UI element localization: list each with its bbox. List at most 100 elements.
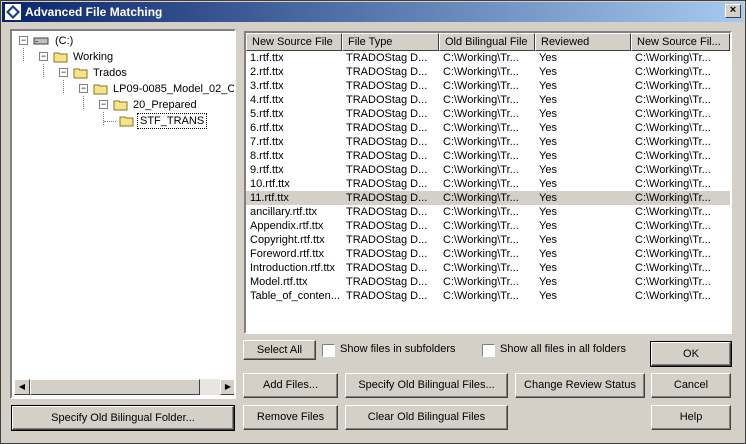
cell-reviewed: Yes [539, 220, 557, 232]
show-subfolders-label: Show files in subfolders [340, 343, 456, 355]
table-row[interactable]: 8.rtf.ttx TRADOStag D... C:\Working\Tr... Y… [246, 149, 730, 163]
cell-file-type: TRADOStag D... [346, 178, 428, 190]
table-row[interactable]: 10.rtf.ttx TRADOStag D... C:\Working\Tr...… [246, 177, 730, 191]
table-row[interactable]: Introduction.rtf.ttx TRADOStag D... C:\Wor… [246, 261, 730, 275]
tree-item-label: (C:) [55, 35, 74, 47]
scroll-right-icon[interactable]: ▶ [220, 379, 234, 395]
scroll-thumb[interactable] [30, 379, 200, 395]
cell-new-source-file-path: C:\Working\Tr... [635, 262, 711, 274]
cell-old-bilingual-file: C:\Working\Tr... [443, 234, 519, 246]
folder-open-icon [93, 84, 108, 95]
cell-new-source-file-path: C:\Working\Tr... [635, 66, 711, 78]
cell-file-type: TRADOStag D... [346, 248, 428, 260]
cell-file-type: TRADOStag D... [346, 66, 428, 78]
cell-old-bilingual-file: C:\Working\Tr... [443, 150, 519, 162]
table-row[interactable]: ancillary.rtf.ttx TRADOStag D... C:\Workin… [246, 205, 730, 219]
clear-old-bilingual-files-label: Clear Old Bilingual Files [367, 411, 486, 423]
table-row[interactable]: Table_of_conten... TRADOStag D... C:\Worki… [246, 289, 730, 303]
table-row[interactable]: 6.rtf.ttx TRADOStag D... C:\Working\Tr... Y… [246, 121, 730, 135]
table-row[interactable]: 2.rtf.ttx TRADOStag D... C:\Working\Tr... Y… [246, 65, 730, 79]
cell-old-bilingual-file: C:\Working\Tr... [443, 80, 519, 92]
help-button[interactable]: Help [651, 405, 731, 430]
table-row[interactable]: 11.rtf.ttx TRADOStag D... C:\Working\Tr...… [246, 191, 730, 205]
cell-old-bilingual-file: C:\Working\Tr... [443, 164, 519, 176]
cell-new-source-file-path: C:\Working\Tr... [635, 290, 711, 302]
cell-new-source-file-path: C:\Working\Tr... [635, 136, 711, 148]
checkbox-box[interactable] [482, 344, 495, 357]
column-header-new-source-file-path[interactable]: New Source Fil... [631, 33, 730, 51]
table-row[interactable]: Copyright.rtf.ttx TRADOStag D... C:\Workin… [246, 233, 730, 247]
specify-old-bilingual-folder-button[interactable]: Specify Old Bilingual Folder... [11, 405, 235, 431]
column-header-old-bilingual-file[interactable]: Old Bilingual File [439, 33, 535, 51]
cell-new-source-file: 5.rtf.ttx [250, 108, 284, 120]
ok-button[interactable]: OK [650, 341, 732, 367]
cell-new-source-file-path: C:\Working\Tr... [635, 122, 711, 134]
cell-reviewed: Yes [539, 150, 557, 162]
tree-item-label: Trados [93, 67, 127, 79]
cell-old-bilingual-file: C:\Working\Tr... [443, 248, 519, 260]
cell-old-bilingual-file: C:\Working\Tr... [443, 136, 519, 148]
drive-icon [33, 37, 49, 45]
cell-file-type: TRADOStag D... [346, 164, 428, 176]
table-row[interactable]: 5.rtf.ttx TRADOStag D... C:\Working\Tr... Y… [246, 107, 730, 121]
table-row[interactable]: 7.rtf.ttx TRADOStag D... C:\Working\Tr... Y… [246, 135, 730, 149]
checkbox-box[interactable] [322, 344, 335, 357]
cancel-label: Cancel [673, 379, 709, 391]
cell-old-bilingual-file: C:\Working\Tr... [443, 262, 519, 274]
cell-file-type: TRADOStag D... [346, 262, 428, 274]
change-review-status-button[interactable]: Change Review Status [515, 373, 645, 398]
collapse-icon[interactable]: − [79, 84, 88, 93]
close-button[interactable]: × [725, 4, 741, 18]
column-header-reviewed[interactable]: Reviewed [535, 33, 631, 51]
collapse-icon[interactable]: − [19, 36, 28, 45]
file-list[interactable]: New Source File File Type Old Bilingual … [244, 31, 732, 334]
select-all-button[interactable]: Select All [243, 340, 316, 360]
cell-new-source-file-path: C:\Working\Tr... [635, 178, 711, 190]
cell-old-bilingual-file: C:\Working\Tr... [443, 122, 519, 134]
folder-tree[interactable]: − (C:) − Working − Trados − LP09-0085_Mo… [10, 29, 236, 399]
folder-open-icon [113, 100, 128, 111]
table-row[interactable]: Model.rtf.ttx TRADOStag D... C:\Working\Tr… [246, 275, 730, 289]
collapse-icon[interactable]: − [39, 52, 48, 61]
add-files-button[interactable]: Add Files... [243, 373, 338, 398]
cell-new-source-file-path: C:\Working\Tr... [635, 220, 711, 232]
tree-horizontal-scrollbar[interactable]: ◀ ▶ [14, 379, 234, 395]
cell-new-source-file-path: C:\Working\Tr... [635, 94, 711, 106]
title-bar[interactable]: Advanced File Matching × [2, 2, 744, 22]
scroll-left-icon[interactable]: ◀ [14, 379, 30, 395]
cell-file-type: TRADOStag D... [346, 122, 428, 134]
cell-reviewed: Yes [539, 178, 557, 190]
cell-old-bilingual-file: C:\Working\Tr... [443, 108, 519, 120]
cell-old-bilingual-file: C:\Working\Tr... [443, 66, 519, 78]
cell-new-source-file: ancillary.rtf.ttx [250, 206, 318, 218]
specify-old-bilingual-folder-label: Specify Old Bilingual Folder... [51, 412, 195, 424]
collapse-icon[interactable]: − [59, 68, 68, 77]
cell-new-source-file: 10.rtf.ttx [250, 178, 290, 190]
table-row[interactable]: 4.rtf.ttx TRADOStag D... C:\Working\Tr... Y… [246, 93, 730, 107]
column-header-new-source-file[interactable]: New Source File [246, 33, 342, 51]
cell-file-type: TRADOStag D... [346, 52, 428, 64]
cell-old-bilingual-file: C:\Working\Tr... [443, 52, 519, 64]
cell-reviewed: Yes [539, 108, 557, 120]
cell-reviewed: Yes [539, 234, 557, 246]
add-files-label: Add Files... [262, 379, 319, 391]
cell-new-source-file-path: C:\Working\Tr... [635, 150, 711, 162]
cell-file-type: TRADOStag D... [346, 136, 428, 148]
table-row[interactable]: Foreword.rtf.ttx TRADOStag D... C:\Working… [246, 247, 730, 261]
table-row[interactable]: 1.rtf.ttx TRADOStag D... C:\Working\Tr... Y… [246, 51, 730, 65]
folder-open-icon [73, 68, 88, 79]
cell-file-type: TRADOStag D... [346, 234, 428, 246]
table-row[interactable]: 3.rtf.ttx TRADOStag D... C:\Working\Tr... Y… [246, 79, 730, 93]
cancel-button[interactable]: Cancel [651, 373, 731, 398]
table-row[interactable]: 9.rtf.ttx TRADOStag D... C:\Working\Tr... Y… [246, 163, 730, 177]
table-row[interactable]: Appendix.rtf.ttx TRADOStag D... C:\Working… [246, 219, 730, 233]
clear-old-bilingual-files-button[interactable]: Clear Old Bilingual Files [345, 405, 508, 430]
remove-files-button[interactable]: Remove Files [243, 405, 338, 430]
change-review-status-label: Change Review Status [524, 379, 636, 391]
specify-old-bilingual-files-button[interactable]: Specify Old Bilingual Files... [345, 373, 508, 398]
cell-new-source-file-path: C:\Working\Tr... [635, 276, 711, 288]
help-label: Help [679, 411, 703, 423]
collapse-icon[interactable]: − [99, 100, 108, 109]
cell-file-type: TRADOStag D... [346, 206, 428, 218]
column-header-file-type[interactable]: File Type [342, 33, 439, 51]
